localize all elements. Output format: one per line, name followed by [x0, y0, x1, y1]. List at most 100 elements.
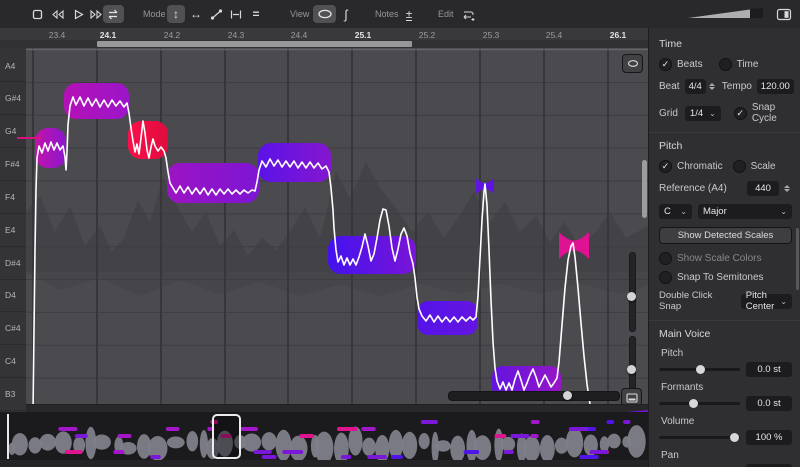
rewind-icon [50, 8, 65, 21]
formants-value[interactable]: 0.0 st [746, 396, 792, 411]
overview-audio-blob [200, 430, 208, 458]
note-blob-Ds4[interactable] [328, 236, 416, 274]
show-scale-colors-checkbox[interactable] [659, 252, 672, 265]
show-detected-scales-button[interactable]: Show Detected Scales [659, 227, 792, 244]
pitch-ruler-note-E4[interactable]: E4 [0, 214, 26, 247]
overview-note-mark [341, 455, 351, 459]
volume-wedge-slider[interactable] [688, 8, 764, 19]
tempo-field[interactable]: 120.00 [757, 79, 794, 94]
beat-stepper[interactable] [709, 80, 715, 93]
overview-playhead [7, 414, 9, 459]
pitch-ruler-note-C4[interactable]: C4 [0, 345, 26, 378]
mode-vertical-tool[interactable]: ↕ [167, 5, 185, 23]
chromatic-checkbox[interactable]: ✓ [659, 160, 672, 173]
notes-label: Notes [375, 9, 399, 19]
curve-view-icon: ʃ [345, 8, 348, 21]
reference-field[interactable]: 440 [747, 181, 779, 196]
show-scale-colors-label: Show Scale Colors [677, 253, 761, 264]
pitch-value[interactable]: 0.0 st [746, 362, 792, 377]
overview-note-mark [166, 427, 180, 431]
zoom-slider-vertical-thumb[interactable] [627, 292, 636, 301]
panel-toggle-button[interactable] [774, 5, 794, 23]
stop-button[interactable] [28, 5, 46, 23]
pitch-ruler-note-F4[interactable]: F4 [0, 181, 26, 214]
pitch-ruler-note-A4[interactable]: A4 [0, 50, 26, 83]
inspector-panel: Time ✓ Beats Time Beat 4/4 Tempo 120.00 … [648, 28, 800, 467]
zoom-slider-horizontal[interactable] [448, 391, 620, 401]
beat-ruler-label: 24.2 [164, 30, 181, 40]
mode-horizontal-tool[interactable]: ↔ [187, 5, 205, 23]
note-editor[interactable] [26, 48, 648, 410]
overview-note-mark [150, 455, 161, 459]
edit-label: Edit [438, 9, 454, 19]
vertical-scrollbar[interactable] [642, 160, 647, 218]
double-click-snap-dropdown[interactable]: Pitch Center⌄ [741, 294, 792, 309]
pitch-ruler-note-Fs4[interactable]: F#4 [0, 148, 26, 181]
overview-audio-blob [362, 438, 376, 456]
pitch-ruler-note-B3[interactable]: B3 [0, 378, 26, 411]
volume-value[interactable]: 100 % [746, 430, 792, 445]
scroll-slider-vertical-thumb[interactable] [627, 365, 636, 374]
fast-forward-icon [89, 8, 104, 21]
edit-loop-button[interactable] [458, 5, 478, 23]
pitch-ruler-note-Gs4[interactable]: G#4 [0, 82, 26, 115]
formants-slider-label: Formants [661, 382, 792, 393]
overview-audio-blob [389, 430, 403, 459]
note-blob-F4[interactable] [167, 163, 259, 203]
vertical-arrows-icon: ↕ [173, 8, 179, 20]
beat-label: Beat [659, 81, 680, 92]
snap-to-semitones-checkbox[interactable] [659, 271, 672, 284]
rewind-button[interactable] [48, 5, 66, 23]
blob-view-icon [317, 8, 333, 20]
formants-slider-thumb[interactable] [689, 399, 698, 408]
volume-slider[interactable] [659, 436, 740, 439]
notes-plusminus-button[interactable]: ± [400, 5, 418, 23]
chevron-down-icon: ⌄ [774, 207, 787, 216]
pitch-slider[interactable] [659, 368, 740, 371]
beat-signature-field[interactable]: 4/4 [685, 79, 706, 94]
beats-checkbox[interactable]: ✓ [659, 58, 672, 71]
overview-audio-blob [315, 432, 334, 460]
play-icon [72, 8, 85, 21]
time-checkbox[interactable] [719, 58, 732, 71]
overview-note-mark [58, 427, 77, 431]
plus-minus-icon: ± [406, 8, 413, 21]
volume-slider-thumb[interactable] [730, 433, 739, 442]
pitch-ruler[interactable]: A4G#4G4F#4F4E4D#4D4C#4C4B3 [0, 48, 27, 412]
cycle-button[interactable] [103, 5, 124, 23]
overview-strip[interactable] [0, 412, 648, 460]
blob-display-button[interactable] [622, 54, 643, 73]
view-blob-button[interactable] [313, 5, 336, 23]
overview-note-mark [530, 434, 538, 438]
pitch-ruler-note-D4[interactable]: D4 [0, 280, 26, 313]
beat-ruler-label: 24.1 [100, 30, 117, 40]
cycle-loop-icon [106, 8, 121, 21]
key-dropdown[interactable]: C⌄ [659, 204, 692, 219]
mode-label: Mode [143, 9, 166, 19]
reference-stepper[interactable] [782, 182, 792, 195]
pitch-ruler-note-G4[interactable]: G4 [0, 115, 26, 148]
view-window-rectangle[interactable] [212, 414, 241, 459]
zoom-slider-horizontal-thumb[interactable] [563, 391, 572, 400]
pitch-ruler-note-Cs4[interactable]: C#4 [0, 312, 26, 345]
mode-drift-tool[interactable] [207, 5, 225, 23]
cycle-range-bar[interactable] [97, 41, 412, 47]
overview-audio-blob [402, 432, 417, 459]
play-button[interactable] [69, 5, 87, 23]
pitch-ruler-note-Ds4[interactable]: D#4 [0, 247, 26, 280]
scale-checkbox[interactable] [733, 160, 746, 173]
mode-amplitude-tool[interactable]: = [247, 5, 265, 23]
pitch-slider-thumb[interactable] [696, 365, 705, 374]
panel-scrollbar[interactable] [796, 228, 799, 290]
grid-dropdown[interactable]: 1/4⌄ [685, 106, 721, 121]
snap-cycle-checkbox[interactable]: ✓ [734, 107, 747, 120]
pitch-slider-label: Pitch [661, 348, 792, 359]
stop-icon [31, 8, 44, 21]
mode-formant-tool[interactable] [227, 5, 245, 23]
scale-dropdown[interactable]: Major⌄ [698, 204, 792, 219]
overview-audio-blob [540, 435, 555, 460]
view-curve-button[interactable]: ʃ [338, 5, 354, 23]
beat-ruler-label: 25.2 [419, 30, 436, 40]
formants-slider[interactable] [659, 402, 740, 405]
stepper-up-icon [784, 185, 790, 188]
